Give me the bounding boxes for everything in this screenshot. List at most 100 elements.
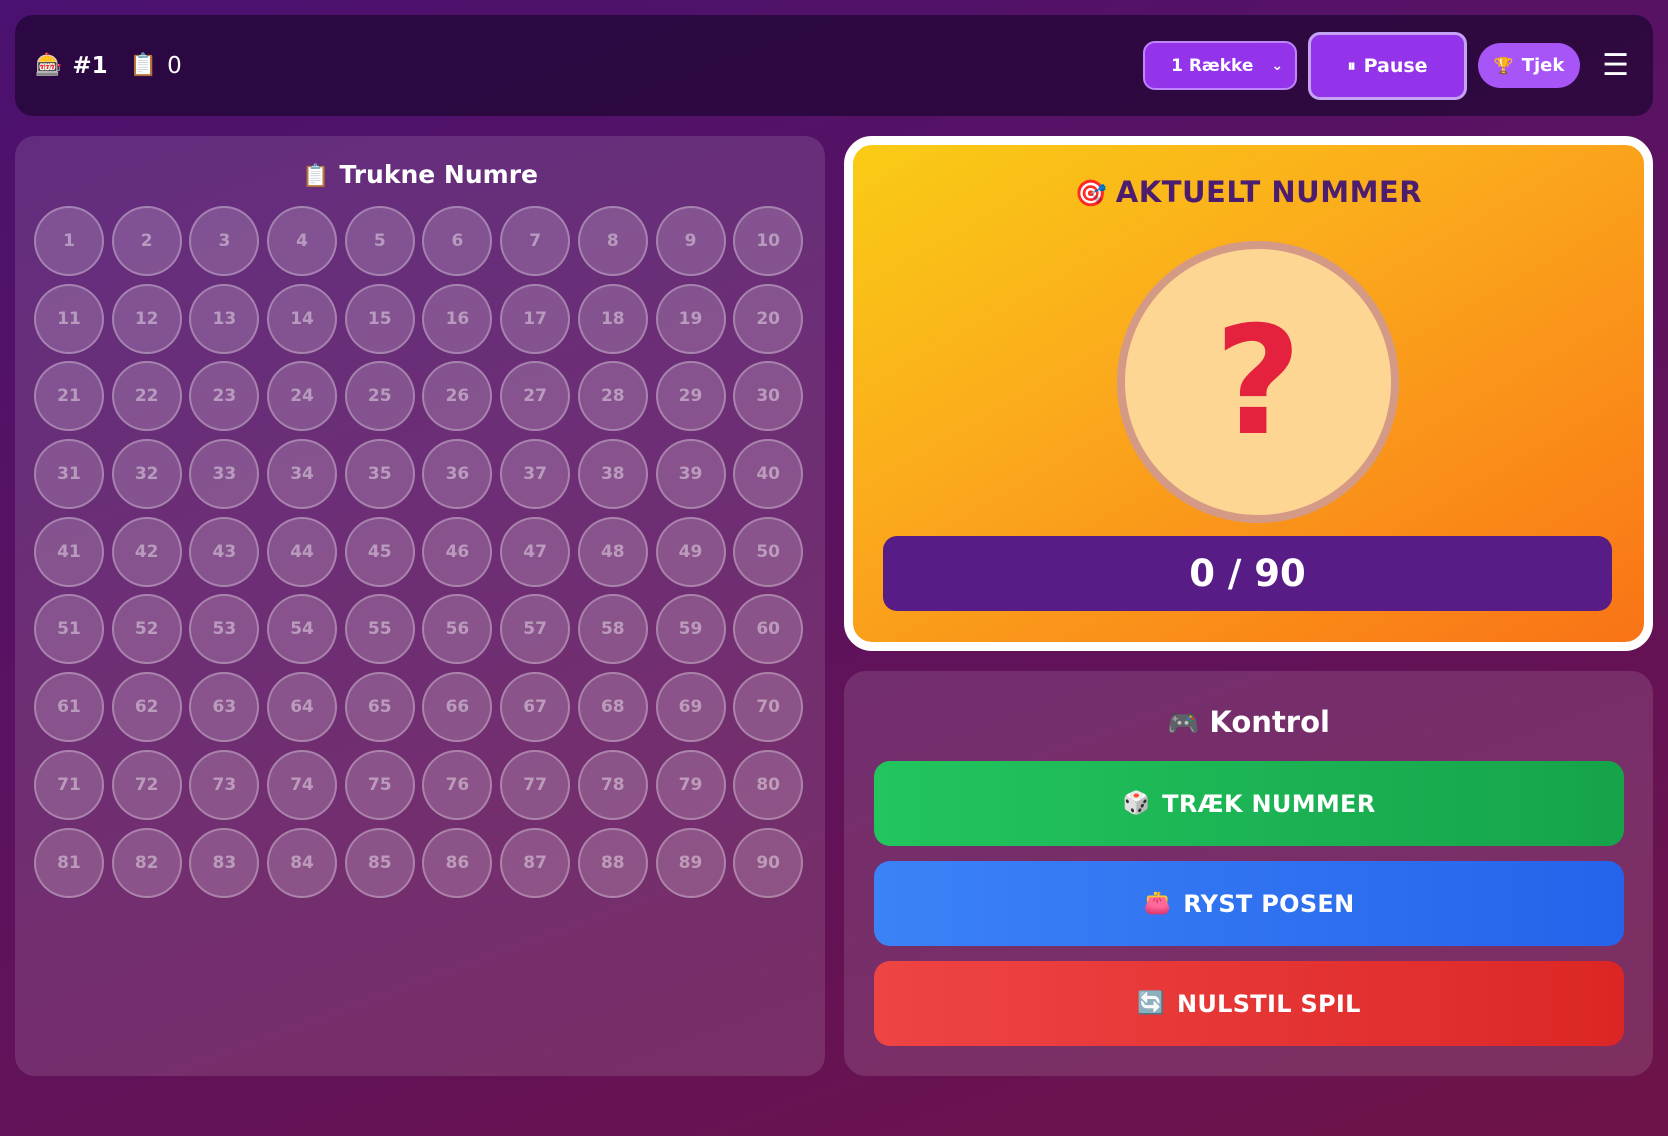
- clipboard-icon: 📋: [302, 164, 330, 189]
- number-ball: 48: [577, 516, 648, 587]
- number-ball: 66: [422, 672, 493, 743]
- dice-icon: 🎲: [1122, 791, 1151, 816]
- reset-game-label: NULSTIL SPIL: [1176, 989, 1361, 1018]
- draw-number-label: TRÆK NUMMER: [1162, 789, 1376, 818]
- number-ball: 44: [267, 516, 338, 587]
- number-ball: 25: [344, 361, 415, 432]
- number-ball: 18: [577, 283, 648, 354]
- number-ball: 78: [577, 749, 648, 820]
- number-ball: 62: [111, 672, 182, 743]
- shake-bag-label: RYST POSEN: [1183, 889, 1355, 918]
- number-ball: 59: [655, 594, 726, 665]
- number-ball: 7: [500, 206, 571, 276]
- number-ball: 61: [34, 672, 104, 743]
- number-ball: 14: [267, 283, 338, 354]
- row-mode-select[interactable]: 1 Række ⌄: [1143, 41, 1298, 90]
- control-title: 🎮 Kontrol: [844, 705, 1653, 739]
- number-ball: 9: [655, 206, 726, 276]
- number-ball: 89: [655, 827, 726, 898]
- drawn-numbers-title-text: Trukne Numre: [339, 160, 538, 189]
- check-button[interactable]: 🏆 Tjek: [1478, 43, 1581, 88]
- number-ball: 33: [189, 439, 260, 510]
- number-ball: 57: [500, 594, 571, 665]
- number-ball: 3: [189, 206, 260, 276]
- number-ball: 56: [422, 594, 493, 665]
- number-ball: 6: [422, 206, 493, 276]
- number-ball: 27: [500, 361, 571, 432]
- number-ball: 88: [577, 827, 648, 898]
- number-ball: 46: [422, 516, 493, 587]
- pause-button[interactable]: ⏸ Pause: [1308, 31, 1468, 100]
- number-ball: 28: [577, 361, 648, 432]
- row-mode-value: 1 Række: [1171, 55, 1254, 76]
- pouch-icon: 👛: [1143, 891, 1172, 916]
- number-ball: 63: [189, 672, 260, 743]
- slot-machine-icon: 🎰: [35, 53, 63, 78]
- number-ball: 13: [189, 283, 260, 354]
- number-ball: 58: [577, 594, 648, 665]
- number-ball: 65: [344, 672, 415, 743]
- game-number: #1: [72, 52, 108, 79]
- number-ball: 73: [189, 749, 260, 820]
- number-ball: 8: [577, 206, 648, 276]
- number-ball: 75: [344, 749, 415, 820]
- number-ball: 2: [111, 206, 182, 276]
- number-ball: 45: [344, 516, 415, 587]
- number-board: 1 2 3 4 5 6 7 8 9 10 11 12 13 14 15 16 17 18 19 20 21 22 23 24 2…: [34, 206, 804, 898]
- reset-game-button[interactable]: 🔄 NULSTIL SPIL: [874, 961, 1624, 1046]
- number-ball: 64: [267, 672, 338, 743]
- number-ball: 81: [34, 827, 104, 898]
- number-ball: 54: [267, 594, 338, 665]
- number-ball: 23: [189, 361, 260, 432]
- draw-number-button[interactable]: 🎲 TRÆK NUMMER: [874, 761, 1624, 846]
- number-ball: 53: [189, 594, 260, 665]
- control-title-text: Kontrol: [1209, 705, 1330, 739]
- drawn-numbers-title: 📋 Trukne Numre: [15, 160, 825, 189]
- number-ball: 80: [733, 749, 804, 820]
- number-ball: 29: [655, 361, 726, 432]
- number-ball: 12: [111, 283, 182, 354]
- gamepad-icon: 🎮: [1167, 709, 1200, 739]
- check-label: Tjek: [1521, 55, 1565, 76]
- refresh-icon: 🔄: [1137, 991, 1165, 1016]
- number-ball: 41: [34, 516, 104, 587]
- number-ball: 39: [655, 439, 726, 510]
- number-ball: 31: [34, 439, 104, 510]
- number-ball: 19: [655, 283, 726, 354]
- draw-progress: 0 / 90: [883, 536, 1612, 611]
- number-ball: 16: [422, 283, 493, 354]
- number-ball: 22: [111, 361, 182, 432]
- number-ball: 42: [111, 516, 182, 587]
- number-ball: 34: [267, 439, 338, 510]
- number-ball: 36: [422, 439, 493, 510]
- number-ball: 71: [34, 749, 104, 820]
- number-ball: 77: [500, 749, 571, 820]
- shake-bag-button[interactable]: 👛 RYST POSEN: [874, 861, 1624, 946]
- clipboard-icon: 📋: [129, 53, 158, 78]
- number-ball: 83: [189, 827, 260, 898]
- number-ball: 72: [111, 749, 182, 820]
- number-ball: 50: [733, 516, 804, 587]
- number-ball: 60: [733, 594, 804, 665]
- number-ball: 24: [267, 361, 338, 432]
- number-ball: 90: [733, 827, 804, 898]
- number-ball: 26: [422, 361, 493, 432]
- question-mark-icon: ?: [1214, 295, 1302, 469]
- control-panel: 🎮 Kontrol 🎲 TRÆK NUMMER 👛 RYST POSEN 🔄 NU…: [844, 671, 1653, 1076]
- number-ball: 43: [189, 516, 260, 587]
- pause-icon: ⏸: [1347, 55, 1356, 75]
- top-bar: 🎰 #1 📋 0 1 Række ⌄ ⏸ Pause 🏆 Tjek ☰: [15, 15, 1653, 116]
- number-ball: 37: [500, 439, 571, 510]
- hamburger-menu-icon[interactable]: ☰: [1602, 48, 1629, 83]
- current-number-ball: ?: [1117, 241, 1399, 523]
- drawn-numbers-panel: 📋 Trukne Numre 1 2 3 4 5 6 7 8 9 10 11 12 13 14 15 16 17 1…: [15, 136, 825, 1076]
- trophy-icon: 🏆: [1493, 56, 1514, 75]
- number-ball: 32: [111, 439, 182, 510]
- number-ball: 69: [655, 672, 726, 743]
- number-ball: 20: [733, 283, 804, 354]
- number-ball: 67: [500, 672, 571, 743]
- number-ball: 47: [500, 516, 571, 587]
- number-ball: 74: [267, 749, 338, 820]
- number-ball: 87: [500, 827, 571, 898]
- number-ball: 40: [733, 439, 804, 510]
